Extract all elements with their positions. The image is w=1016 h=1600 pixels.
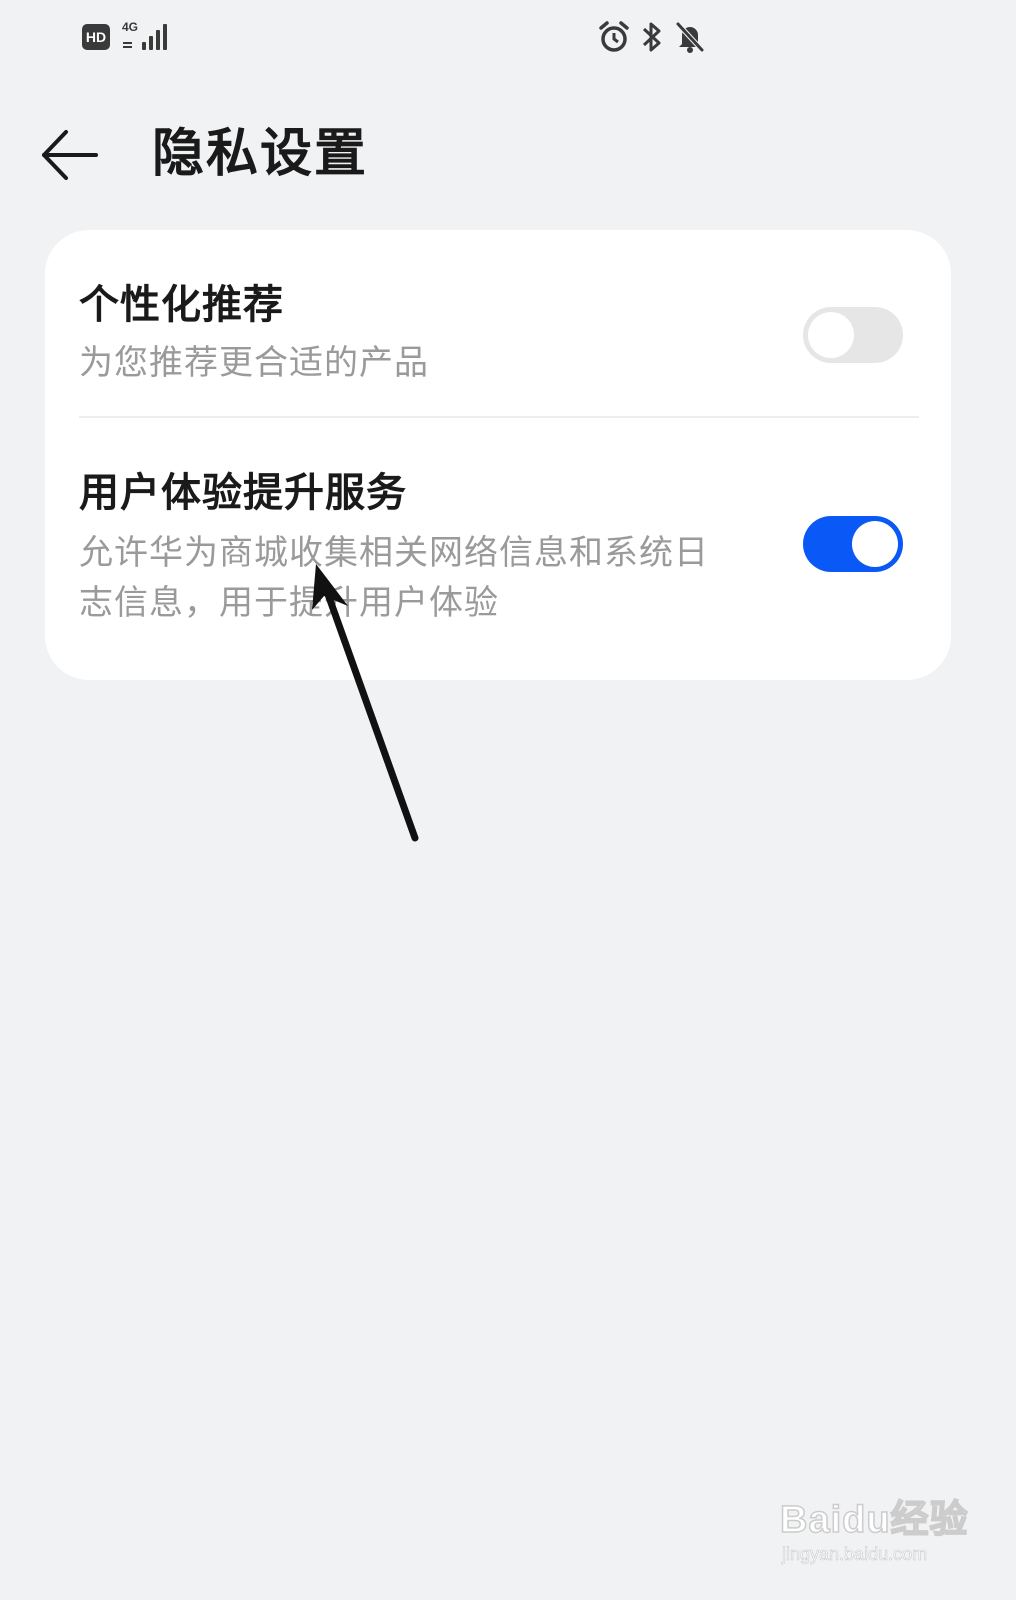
watermark-logo: Baidu经验 [779,1498,969,1542]
signal-indicator: 4G [122,20,170,52]
watermark-url: jingyan.baidu.com [782,1544,928,1565]
setting-subtitle: 允许华为商城收集相关网络信息和系统日志信息，用于提升用户体验 [79,533,709,623]
status-left-group: HD 4G [82,20,170,52]
hd-badge: HD [82,24,110,50]
setting-row-personalized-recommendation[interactable]: 个性化推荐 为您推荐更合适的产品 [45,230,951,418]
status-bar: HD 4G [0,0,1016,78]
toggle-knob [808,312,854,358]
status-right-group [598,20,706,54]
setting-title: 个性化推荐 [79,282,284,328]
setting-title: 用户体验提升服务 [79,470,407,516]
settings-card: 个性化推荐 为您推荐更合适的产品 用户体验提升服务 允许华为商城收集相关网络信息… [45,230,951,680]
alarm-icon [599,21,629,52]
personalized-recommendation-toggle[interactable] [803,307,903,363]
bluetooth-icon [642,22,661,52]
bell-off-icon [676,22,704,53]
back-button[interactable] [34,124,106,186]
toggle-knob [852,521,898,567]
signal-icon [123,24,167,50]
baidu-watermark: Baidu经验 jingyan.baidu.com [779,1488,980,1584]
setting-row-user-experience-service[interactable]: 用户体验提升服务 允许华为商城收集相关网络信息和系统日志信息，用于提升用户体验 [45,418,951,680]
user-experience-service-toggle[interactable] [803,516,903,572]
back-arrow-icon [42,130,98,180]
page-header: 隐私设置 [0,110,1016,200]
setting-subtitle: 为您推荐更合适的产品 [79,343,429,383]
page-title: 隐私设置 [152,124,369,184]
